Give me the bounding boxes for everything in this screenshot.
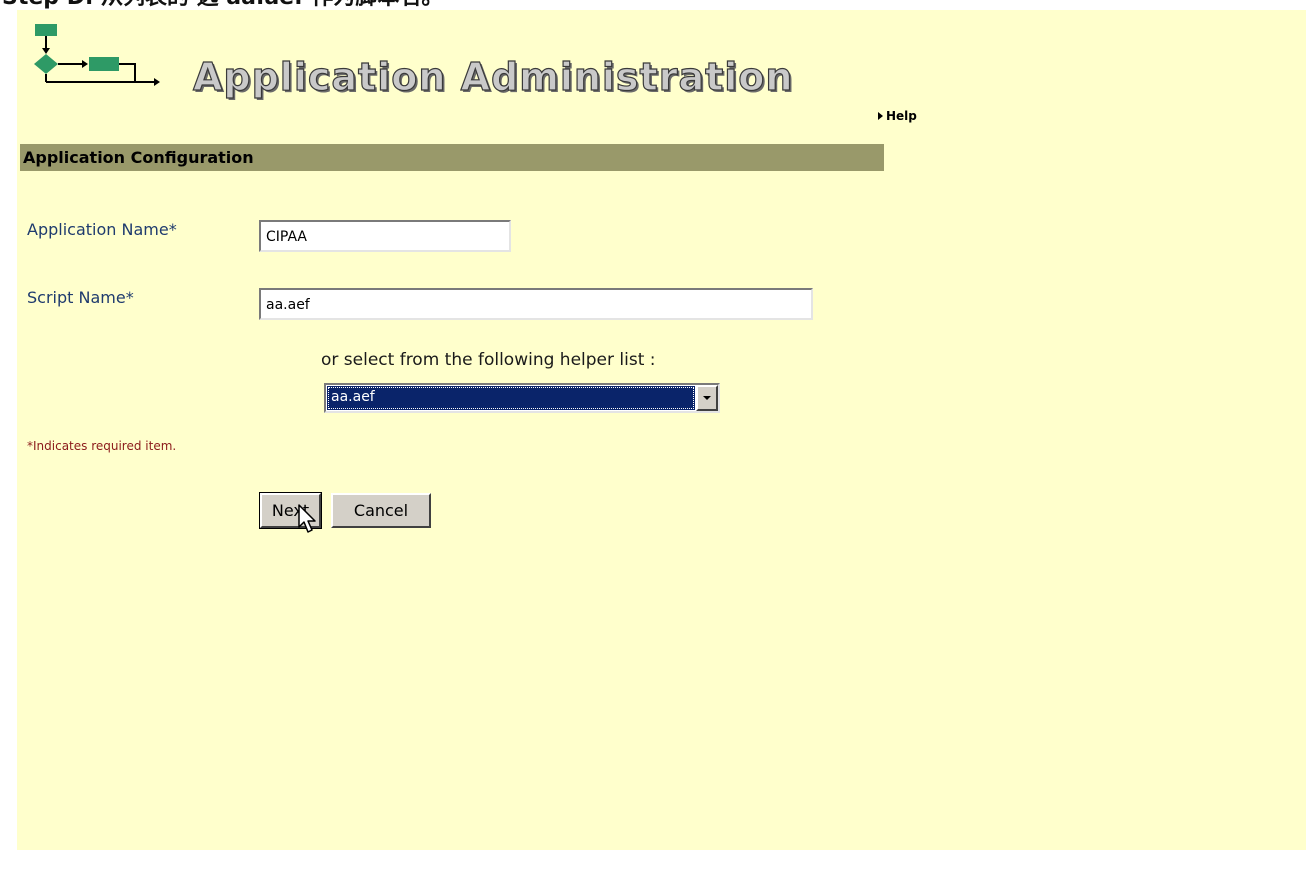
- help-link[interactable]: Help: [878, 109, 917, 123]
- caption-text: Step D. 从列表的 选 aa.aef 作为脚本名。: [2, 0, 443, 10]
- app-window: Application Administration Help Applicat…: [17, 10, 1306, 850]
- application-name-label: Application Name*: [27, 220, 177, 239]
- section-title: Application Configuration: [23, 148, 254, 167]
- dropdown-button[interactable]: [696, 385, 718, 411]
- section-header: Application Configuration: [20, 144, 884, 171]
- helper-list-instruction: or select from the following helper list…: [321, 350, 656, 370]
- helper-list-selected-value: aa.aef: [327, 386, 695, 410]
- cancel-button[interactable]: Cancel: [331, 493, 431, 528]
- triangle-right-icon: [878, 112, 883, 120]
- caption-strip: Step D. 从列表的 选 aa.aef 作为脚本名。: [0, 0, 1306, 10]
- workflow-diagram-icon: [34, 24, 160, 86]
- script-name-input[interactable]: aa.aef: [259, 288, 813, 320]
- chevron-down-icon: [703, 396, 711, 400]
- script-name-label: Script Name*: [27, 288, 134, 307]
- helper-list-select[interactable]: aa.aef: [324, 383, 720, 413]
- required-note: *Indicates required item.: [27, 439, 177, 453]
- application-name-input[interactable]: CIPAA: [259, 220, 511, 252]
- app-title: Application Administration: [192, 54, 794, 99]
- mouse-cursor-icon: [298, 504, 316, 533]
- help-label: Help: [886, 109, 917, 123]
